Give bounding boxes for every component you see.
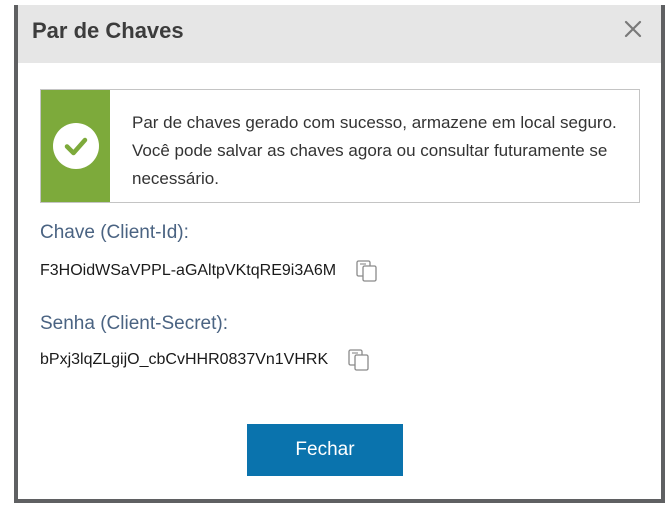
success-alert: Par de chaves gerado com sucesso, armaze… [40, 89, 640, 203]
dialog-title: Par de Chaves [32, 18, 184, 43]
copy-client-secret-icon[interactable] [346, 347, 372, 373]
check-circle-icon [52, 123, 99, 169]
alert-accent [41, 90, 110, 202]
key-pair-dialog: Par de Chaves Par de chaves gerado com s… [14, 5, 665, 503]
screen: Par de Chaves Par de chaves gerado com s… [0, 0, 671, 516]
client-id-row: F3HOidWSaVPPL-aGAltpVKtqRE9i3A6M [40, 258, 380, 284]
close-dialog-button[interactable]: Fechar [247, 424, 403, 476]
alert-message: Par de chaves gerado com sucesso, armaze… [132, 113, 617, 188]
client-secret-label: Senha (Client-Secret): [40, 313, 228, 334]
copy-client-id-icon[interactable] [354, 258, 380, 284]
close-button[interactable] [619, 15, 647, 43]
client-secret-value: bPxj3lqZLgijO_cbCvHHR0837Vn1VHRK [40, 351, 329, 368]
client-id-value: F3HOidWSaVPPL-aGAltpVKtqRE9i3A6M [40, 262, 337, 279]
dialog-header: Par de Chaves [18, 5, 661, 63]
client-id-label: Chave (Client-Id): [40, 222, 189, 243]
close-icon [624, 20, 642, 38]
client-secret-row: bPxj3lqZLgijO_cbCvHHR0837Vn1VHRK [40, 347, 372, 373]
